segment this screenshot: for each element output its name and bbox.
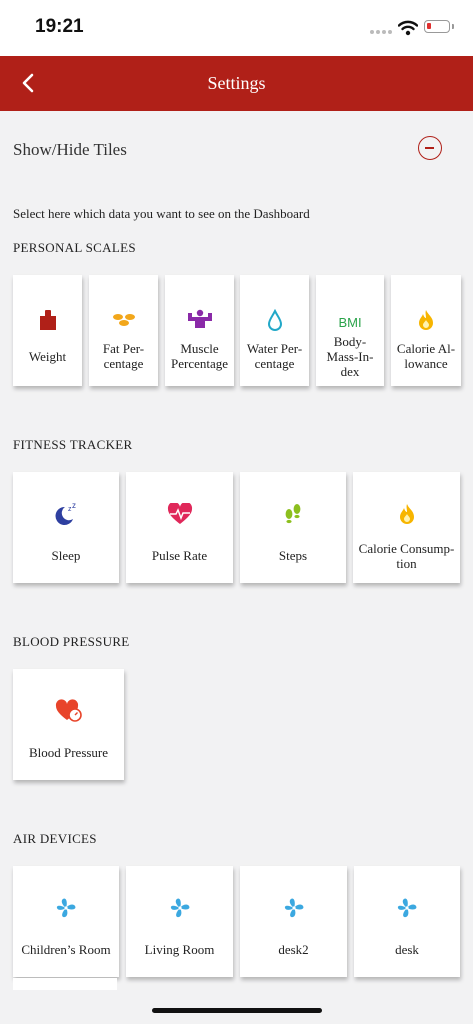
flame-icon xyxy=(399,504,414,524)
tile-label: Blood Pressure xyxy=(28,745,109,760)
tile-water-percentage[interactable]: Water Per- centage xyxy=(240,275,309,386)
nav-bar: Settings xyxy=(0,56,473,111)
tile-label: Body- Mass-In- dex xyxy=(326,334,374,379)
tile-desk2[interactable]: desk2 xyxy=(240,866,347,977)
status-bar: 19:21 xyxy=(0,0,473,56)
tile-childrens-room[interactable]: Children’s Room xyxy=(13,866,119,977)
show-hide-tiles-title: Show/Hide Tiles xyxy=(13,140,127,159)
tile-living-room[interactable]: Living Room xyxy=(126,866,233,977)
tile-desk[interactable]: desk xyxy=(354,866,460,977)
fan-icon xyxy=(56,898,76,918)
heart-gauge-icon xyxy=(55,699,82,722)
heart-pulse-icon xyxy=(167,503,192,524)
tile-muscle-percentage[interactable]: Muscle Percentage xyxy=(165,275,234,386)
fan-icon xyxy=(170,898,189,918)
flame-icon xyxy=(419,310,433,330)
group-title-blood-pressure: BLOOD PRESSURE xyxy=(13,634,130,649)
tile-label: Calorie Al- lowance xyxy=(396,341,456,371)
tile-fat-percentage[interactable]: Fat Per- centage xyxy=(89,275,158,386)
group-title-personal-scales: PERSONAL SCALES xyxy=(13,240,136,255)
tile-calorie-allowance[interactable]: Calorie Al- lowance xyxy=(391,275,461,386)
dashboard-description: Select here which data you want to see o… xyxy=(13,206,310,221)
tile-pulse-rate[interactable]: Pulse Rate xyxy=(126,472,233,583)
home-indicator[interactable] xyxy=(152,1008,322,1013)
svg-text:z: z xyxy=(72,502,76,510)
battery-icon xyxy=(424,20,454,33)
tile-label: Weight xyxy=(28,349,67,364)
muscle-icon xyxy=(187,309,212,328)
fat-icon xyxy=(112,314,135,326)
tile-sleep[interactable]: zz Sleep xyxy=(13,472,119,583)
tile-label: Steps xyxy=(278,548,308,563)
tile-label: Living Room xyxy=(144,942,215,957)
page-title: Settings xyxy=(207,73,266,93)
wifi-icon xyxy=(398,20,418,36)
partial-tile xyxy=(13,978,117,990)
group-title-air-devices: AIR DEVICES xyxy=(13,831,97,846)
status-time: 19:21 xyxy=(35,16,84,37)
tile-body-mass-index[interactable]: BMI Body- Mass-In- dex xyxy=(316,275,384,386)
tile-weight[interactable]: Weight xyxy=(13,275,82,386)
tile-label: Sleep xyxy=(51,548,81,563)
tile-label: Water Per- centage xyxy=(246,341,303,371)
collapse-minus-icon[interactable] xyxy=(418,136,442,160)
tile-blood-pressure[interactable]: Blood Pressure xyxy=(13,669,124,780)
moon-icon: zz xyxy=(55,502,76,525)
tile-steps[interactable]: Steps xyxy=(240,472,346,583)
tile-label: Pulse Rate xyxy=(151,548,208,563)
bmi-icon: BMI xyxy=(338,314,362,330)
tile-label: Calorie Consump- tion xyxy=(358,541,455,571)
fan-icon xyxy=(284,898,303,918)
weight-icon xyxy=(39,310,56,330)
footsteps-icon xyxy=(285,504,301,524)
tile-label: Muscle Percentage xyxy=(170,341,229,371)
tile-label: desk2 xyxy=(278,942,309,957)
fan-icon xyxy=(397,898,417,918)
signal-icon xyxy=(370,30,394,36)
group-title-fitness-tracker: FITNESS TRACKER xyxy=(13,437,133,452)
water-drop-icon xyxy=(267,309,282,331)
tile-label: Fat Per- centage xyxy=(102,341,145,371)
tile-label: Children’s Room xyxy=(21,942,111,957)
tile-calorie-consumption[interactable]: Calorie Consump- tion xyxy=(353,472,460,583)
tile-label: desk xyxy=(395,942,419,957)
